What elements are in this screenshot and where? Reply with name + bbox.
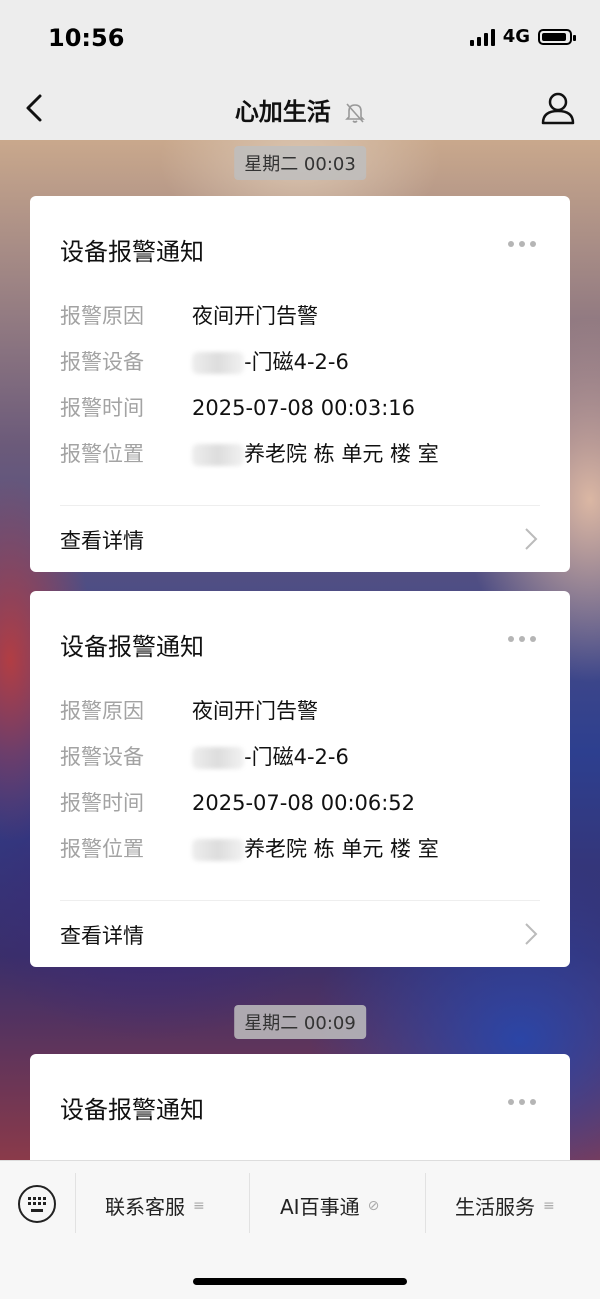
card-title: 设备报警通知 bbox=[60, 633, 204, 661]
signal-icon bbox=[469, 28, 495, 46]
more-options-icon[interactable] bbox=[508, 1099, 536, 1105]
alarm-card: 设备报警通知 bbox=[30, 1054, 570, 1160]
home-indicator bbox=[193, 1278, 407, 1285]
row-reason: 报警原因 夜间开门告警 bbox=[60, 301, 318, 331]
mute-bell-icon bbox=[345, 103, 366, 123]
card-title: 设备报警通知 bbox=[60, 238, 204, 266]
more-options-icon[interactable] bbox=[508, 636, 536, 642]
menu-life-services[interactable]: 生活服务 ≡ bbox=[455, 1191, 555, 1220]
menu-label: 生活服务 bbox=[455, 1195, 535, 1219]
row-label: 报警位置 bbox=[60, 837, 144, 861]
menu-ai-assistant[interactable]: AI百事通 ⊘ bbox=[280, 1191, 379, 1220]
redacted-text bbox=[192, 839, 244, 861]
alarm-card: 设备报警通知 报警原因 夜间开门告警 报警设备 -门磁4-2-6 报警时间 2025-… bbox=[30, 591, 570, 967]
row-label: 报警原因 bbox=[60, 699, 144, 723]
row-label: 报警原因 bbox=[60, 304, 144, 328]
nav-bar: 心加生活 bbox=[0, 78, 600, 140]
menu-list-icon: ≡ bbox=[193, 1197, 205, 1214]
chevron-right-icon bbox=[525, 923, 538, 945]
battery-icon bbox=[538, 28, 576, 45]
row-location: 报警位置 养老院 栋 单元 楼 室 bbox=[60, 834, 439, 864]
status-bar: 10:56 4G bbox=[0, 0, 600, 78]
row-value: 夜间开门告警 bbox=[192, 304, 318, 328]
menu-label: 联系客服 bbox=[105, 1195, 185, 1219]
row-value: 养老院 栋 单元 楼 室 bbox=[244, 442, 439, 466]
view-details-link[interactable]: 查看详情 bbox=[60, 920, 144, 950]
row-device: 报警设备 -门磁4-2-6 bbox=[60, 742, 349, 772]
row-location: 报警位置 养老院 栋 单元 楼 室 bbox=[60, 439, 439, 469]
redacted-text bbox=[192, 444, 244, 466]
row-reason: 报警原因 夜间开门告警 bbox=[60, 696, 318, 726]
status-time: 10:56 bbox=[48, 24, 125, 52]
more-options-icon[interactable] bbox=[508, 241, 536, 247]
page-title: 心加生活 bbox=[0, 92, 600, 127]
message-timestamp: 星期二 00:09 bbox=[234, 1005, 366, 1039]
network-label: 4G bbox=[502, 26, 530, 47]
row-value: -门磁4-2-6 bbox=[244, 350, 349, 374]
row-time: 报警时间 2025-07-08 00:03:16 bbox=[60, 393, 415, 423]
menu-list-icon: ≡ bbox=[543, 1197, 555, 1214]
row-value: -门磁4-2-6 bbox=[244, 745, 349, 769]
divider bbox=[75, 1173, 76, 1233]
keyboard-icon[interactable] bbox=[18, 1185, 56, 1223]
alarm-card: 设备报警通知 报警原因 夜间开门告警 报警设备 -门磁4-2-6 报警时间 2025-… bbox=[30, 196, 570, 572]
divider bbox=[425, 1173, 426, 1233]
status-icons: 4G bbox=[469, 26, 576, 47]
row-value: 养老院 栋 单元 楼 室 bbox=[244, 837, 439, 861]
row-value: 夜间开门告警 bbox=[192, 699, 318, 723]
row-label: 报警时间 bbox=[60, 396, 144, 420]
row-value: 2025-07-08 00:03:16 bbox=[192, 396, 416, 420]
menu-contact-service[interactable]: 联系客服 ≡ bbox=[105, 1191, 205, 1220]
row-label: 报警位置 bbox=[60, 442, 144, 466]
divider bbox=[60, 900, 540, 901]
menu-label: AI百事通 bbox=[280, 1195, 360, 1219]
divider bbox=[249, 1173, 250, 1233]
card-title: 设备报警通知 bbox=[60, 1096, 204, 1124]
row-label: 报警设备 bbox=[60, 350, 144, 374]
divider bbox=[60, 505, 540, 506]
user-profile-icon[interactable] bbox=[540, 90, 576, 126]
row-label: 报警设备 bbox=[60, 745, 144, 769]
menu-link-icon: ⊘ bbox=[367, 1197, 380, 1214]
row-device: 报警设备 -门磁4-2-6 bbox=[60, 347, 349, 377]
page-title-text: 心加生活 bbox=[234, 98, 331, 126]
redacted-text bbox=[192, 352, 244, 374]
redacted-text bbox=[192, 747, 244, 769]
chevron-right-icon bbox=[525, 528, 538, 550]
view-details-link[interactable]: 查看详情 bbox=[60, 525, 144, 555]
row-time: 报警时间 2025-07-08 00:06:52 bbox=[60, 788, 415, 818]
row-value: 2025-07-08 00:06:52 bbox=[192, 791, 416, 815]
message-timestamp: 星期二 00:03 bbox=[234, 146, 366, 180]
row-label: 报警时间 bbox=[60, 791, 144, 815]
